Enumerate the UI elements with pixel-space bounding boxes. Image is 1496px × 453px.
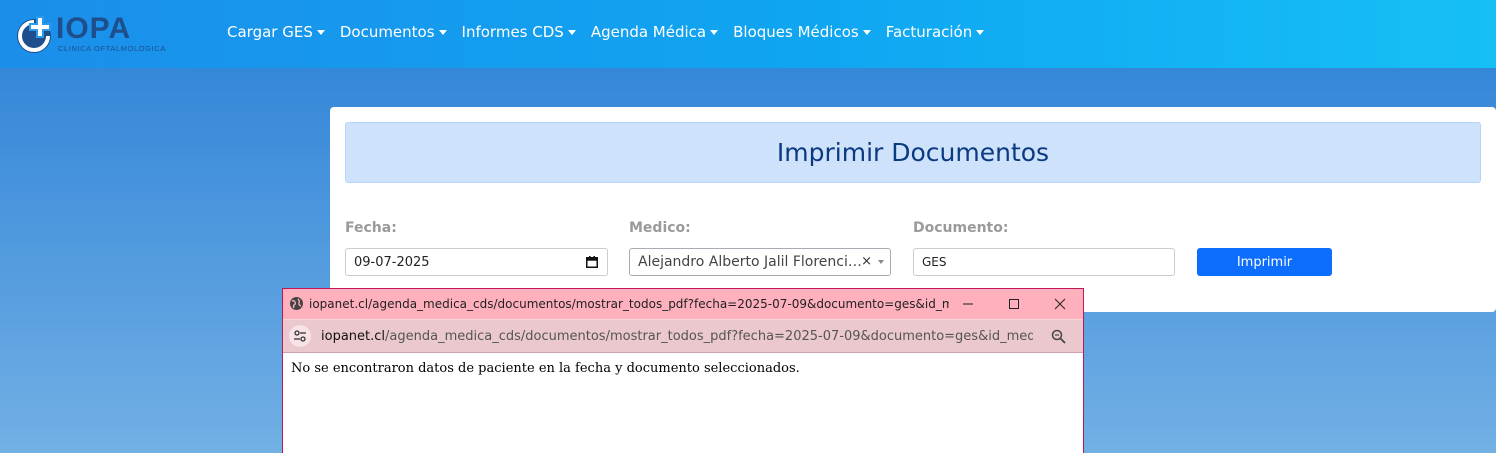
main-menu: Cargar GES Documentos Informes CDS Agend…	[227, 23, 999, 41]
fecha-value: 09-07-2025	[354, 254, 430, 270]
brand-name: IOPA	[56, 12, 132, 45]
popup-titlebar[interactable]: iopanet.cl/agenda_medica_cds/documentos/…	[283, 289, 1083, 319]
globe-icon	[290, 297, 303, 310]
address-url[interactable]: iopanet.cl/agenda_medica_cds/documentos/…	[321, 329, 1033, 344]
nav-informes-cds[interactable]: Informes CDS	[462, 23, 576, 41]
documento-label: Documento:	[913, 220, 1009, 236]
site-settings-icon	[294, 330, 306, 342]
pdf-popup-window: iopanet.cl/agenda_medica_cds/documentos/…	[282, 288, 1084, 453]
nav-facturacion[interactable]: Facturación	[886, 23, 985, 41]
close-button[interactable]	[1037, 289, 1083, 319]
address-host: iopanet.cl	[321, 329, 386, 344]
calendar-icon[interactable]	[586, 256, 598, 268]
brand-subtitle: CLINICA OFTALMOLOGICA	[58, 44, 166, 53]
print-documents-card: Imprimir Documentos Fecha: 09-07-2025 Me…	[330, 107, 1496, 312]
site-settings-button[interactable]	[289, 325, 311, 347]
medico-select[interactable]: Alejandro Alberto Jalil Florenci… ×	[629, 248, 891, 276]
nav-agenda-medica[interactable]: Agenda Médica	[591, 23, 719, 41]
dropdown-arrow-icon[interactable]	[878, 260, 884, 264]
medico-label: Medico:	[629, 220, 691, 236]
documento-input[interactable]: GES	[913, 248, 1175, 276]
maximize-button[interactable]	[991, 289, 1037, 319]
no-data-message: No se encontraron datos de paciente en l…	[291, 361, 800, 376]
imprimir-button[interactable]: Imprimir	[1197, 248, 1332, 276]
minimize-icon	[963, 303, 973, 305]
popup-window-title: iopanet.cl/agenda_medica_cds/documentos/…	[309, 297, 949, 311]
documento-value: GES	[922, 255, 947, 269]
address-path: /agenda_medica_cds/documentos/mostrar_to…	[385, 329, 1033, 344]
caret-down-icon	[710, 29, 719, 35]
caret-down-icon	[438, 29, 447, 35]
medico-selected-value: Alejandro Alberto Jalil Florenci…	[638, 254, 862, 270]
logo-mark-icon	[17, 16, 51, 53]
caret-down-icon	[976, 29, 985, 35]
caret-down-icon	[316, 29, 325, 35]
maximize-icon	[1009, 299, 1019, 309]
nav-documentos[interactable]: Documentos	[340, 23, 447, 41]
nav-cargar-ges[interactable]: Cargar GES	[227, 23, 325, 41]
nav-bloques-medicos[interactable]: Bloques Médicos	[733, 23, 871, 41]
minimize-button[interactable]	[945, 289, 991, 319]
zoom-icon[interactable]	[1051, 329, 1067, 345]
brand-logo[interactable]: IOPA CLINICA OFTALMOLOGICA	[12, 10, 165, 58]
top-navbar: IOPA CLINICA OFTALMOLOGICA Cargar GES Do…	[0, 0, 1496, 68]
fecha-label: Fecha:	[345, 220, 397, 236]
address-bar[interactable]: iopanet.cl/agenda_medica_cds/documentos/…	[283, 319, 1083, 353]
clear-selection-icon[interactable]: ×	[861, 254, 872, 269]
page-title: Imprimir Documentos	[776, 138, 1050, 167]
caret-down-icon	[862, 29, 871, 35]
caret-down-icon	[567, 29, 576, 35]
close-icon	[1054, 298, 1066, 310]
page-title-box: Imprimir Documentos	[345, 122, 1481, 183]
fecha-date-input[interactable]: 09-07-2025	[345, 248, 608, 276]
